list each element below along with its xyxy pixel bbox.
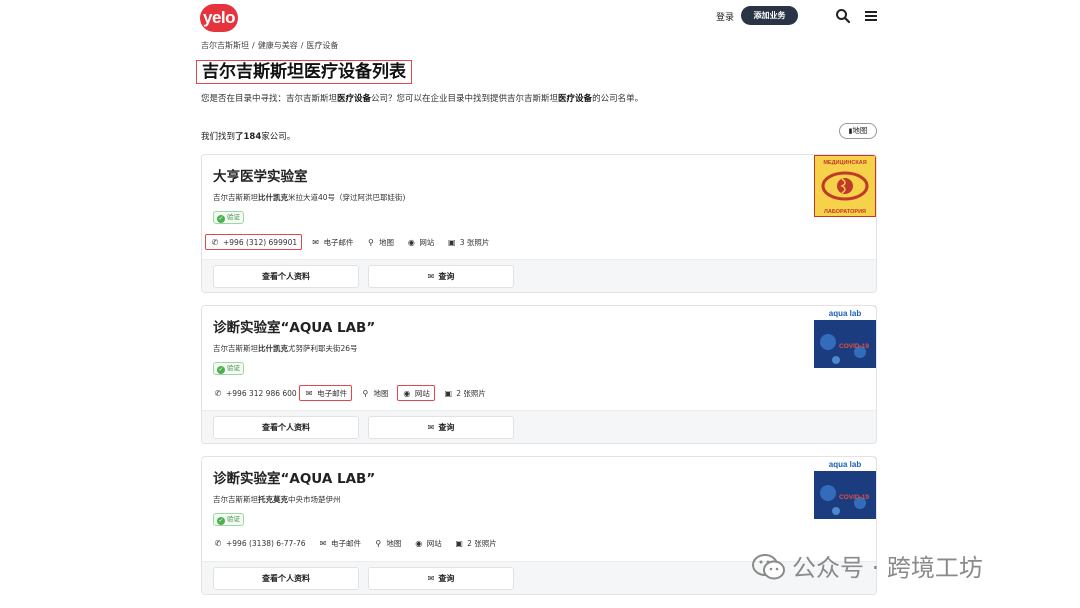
globe-icon: ◉ <box>403 389 411 398</box>
verified-badge: ✓ 验证 <box>213 211 244 224</box>
company-logo[interactable]: aqua lab COVID-19 <box>814 457 876 519</box>
login-link[interactable]: 登录 <box>716 10 734 23</box>
email-link[interactable]: ✉ 电子邮件 <box>307 235 358 251</box>
card-actions: 查看个人资料 ✉ 查询 <box>202 259 876 292</box>
envelope-icon: ✉ <box>427 272 435 281</box>
company-card: 诊断实验室“AQUA LAB” 吉尔吉斯斯坦比什凯克尤努萨利耶夫街26号 ✓ 验证… <box>201 305 877 444</box>
inquiry-button[interactable]: ✉ 查询 <box>368 416 514 439</box>
page-title: 吉尔吉斯斯坦医疗设备列表 <box>196 60 412 84</box>
company-name[interactable]: 诊断实验室“AQUA LAB” <box>213 316 375 336</box>
email-link[interactable]: ✉ 电子邮件 <box>314 536 365 552</box>
view-profile-button[interactable]: 查看个人资料 <box>213 567 359 590</box>
company-address: 吉尔吉斯斯坦托克莫克中央市场楚伊州 <box>213 495 341 504</box>
contact-row: ✆ +996 (312) 699901 ✉ 电子邮件 ⚲ 地图 ◉ 网站 ▣ 3 张照片 <box>205 234 495 250</box>
wechat-icon <box>752 553 786 587</box>
contact-row: ✆ +996 312 986 600 ✉ 电子邮件 ⚲ 地图 ◉ 网站 ▣ 2 张照片 <box>209 385 492 401</box>
check-icon: ✓ <box>217 366 225 374</box>
company-logo[interactable]: aqua lab COVID-19 <box>814 306 876 368</box>
website-link[interactable]: ◉ 网站 <box>410 536 446 552</box>
envelope-icon: ✉ <box>305 389 313 398</box>
globe-icon: ◉ <box>407 238 415 247</box>
photos-link[interactable]: ▣ 3 张照片 <box>443 235 494 251</box>
yelo-logo[interactable]: yelo <box>200 4 238 32</box>
image-icon: ▣ <box>455 539 463 548</box>
phone-icon: ✆ <box>214 539 222 548</box>
phone-icon: ✆ <box>214 389 222 398</box>
breadcrumb-category[interactable]: 健康与美容 <box>258 41 298 50</box>
search-icon[interactable] <box>835 8 851 24</box>
svg-text:aqua lab: aqua lab <box>829 309 862 318</box>
svg-text:COVID-19: COVID-19 <box>839 343 869 350</box>
verified-badge: ✓ 验证 <box>213 513 244 526</box>
company-address: 吉尔吉斯斯坦比什凯克米拉大道40号（穿过阿洪巴耶娃街) <box>213 193 406 202</box>
photos-link[interactable]: ▣ 2 张照片 <box>450 536 501 552</box>
envelope-icon: ✉ <box>427 574 435 583</box>
svg-text:МЕДИЦИНСКАЯ: МЕДИЦИНСКАЯ <box>823 160 866 166</box>
breadcrumb-country[interactable]: 吉尔吉斯斯坦 <box>201 41 249 50</box>
map-view-button[interactable]: ▮地图 <box>839 123 877 139</box>
company-address: 吉尔吉斯斯坦比什凯克尤努萨利耶夫街26号 <box>213 344 358 353</box>
svg-text:aqua lab: aqua lab <box>829 460 862 469</box>
envelope-icon: ✉ <box>427 423 435 432</box>
view-profile-button[interactable]: 查看个人资料 <box>213 265 359 288</box>
inquiry-button[interactable]: ✉ 查询 <box>368 265 514 288</box>
breadcrumb-current: 医疗设备 <box>306 41 339 50</box>
phone-icon: ✆ <box>211 238 219 247</box>
inquiry-button[interactable]: ✉ 查询 <box>368 567 514 590</box>
company-name[interactable]: 大亨医学实验室 <box>213 165 308 185</box>
add-business-button[interactable]: 添加业务 <box>741 6 798 25</box>
map-pin-icon: ⚲ <box>375 539 382 548</box>
phone-link[interactable]: ✆ +996 (3138) 6-77-76 <box>209 536 310 552</box>
card-actions: 查看个人资料 ✉ 查询 <box>202 410 876 443</box>
check-icon: ✓ <box>217 215 225 223</box>
website-link[interactable]: ◉ 网站 <box>396 385 435 401</box>
company-logo[interactable]: МЕДИЦИНСКАЯ ЛАБОРАТОРИЯ <box>813 155 876 218</box>
phone-link[interactable]: ✆ +996 312 986 600 <box>209 386 297 402</box>
watermark: 公众号 · 跨境工坊 <box>752 548 983 587</box>
envelope-icon: ✉ <box>319 539 327 548</box>
view-profile-button[interactable]: 查看个人资料 <box>213 416 359 439</box>
website-link[interactable]: ◉ 网站 <box>402 235 438 251</box>
contact-row: ✆ +996 (3138) 6-77-76 ✉ 电子邮件 ⚲ 地图 ◉ 网站 ▣ 2 张照… <box>209 536 503 552</box>
breadcrumb-separator: / <box>300 41 304 50</box>
map-link[interactable]: ⚲ 地图 <box>362 235 398 251</box>
breadcrumb-separator: / <box>252 41 255 50</box>
photos-link[interactable]: ▣ 2 张照片 <box>439 386 490 402</box>
image-icon: ▣ <box>447 238 456 247</box>
globe-icon: ◉ <box>415 539 423 548</box>
map-link[interactable]: ⚲ 地图 <box>356 386 392 402</box>
results-count: 我们找到了184家公司。 <box>201 132 296 142</box>
intro-text: 您是否在目录中寻找：吉尔吉斯斯坦医疗设备公司？您可以在企业目录中找到提供吉尔吉斯… <box>201 94 644 104</box>
verified-badge: ✓ 验证 <box>213 362 244 375</box>
company-card: 大亨医学实验室 吉尔吉斯斯坦比什凯克米拉大道40号（穿过阿洪巴耶娃街) ✓ 验证 … <box>201 154 877 293</box>
check-icon: ✓ <box>217 517 225 525</box>
map-pin-icon: ⚲ <box>368 238 374 247</box>
image-icon: ▣ <box>444 389 453 398</box>
menu-icon[interactable] <box>863 8 879 24</box>
map-pin-icon: ⚲ <box>362 389 369 398</box>
map-link[interactable]: ⚲ 地图 <box>369 536 405 552</box>
phone-link[interactable]: ✆ +996 (312) 699901 <box>205 234 303 250</box>
email-link[interactable]: ✉ 电子邮件 <box>299 385 353 401</box>
envelope-icon: ✉ <box>312 238 319 247</box>
svg-text:COVID-19: COVID-19 <box>839 494 869 501</box>
breadcrumb: 吉尔吉斯斯坦 / 健康与美容 / 医疗设备 <box>201 40 341 51</box>
company-name[interactable]: 诊断实验室“AQUA LAB” <box>213 467 375 487</box>
svg-text:ЛАБОРАТОРИЯ: ЛАБОРАТОРИЯ <box>824 209 866 215</box>
